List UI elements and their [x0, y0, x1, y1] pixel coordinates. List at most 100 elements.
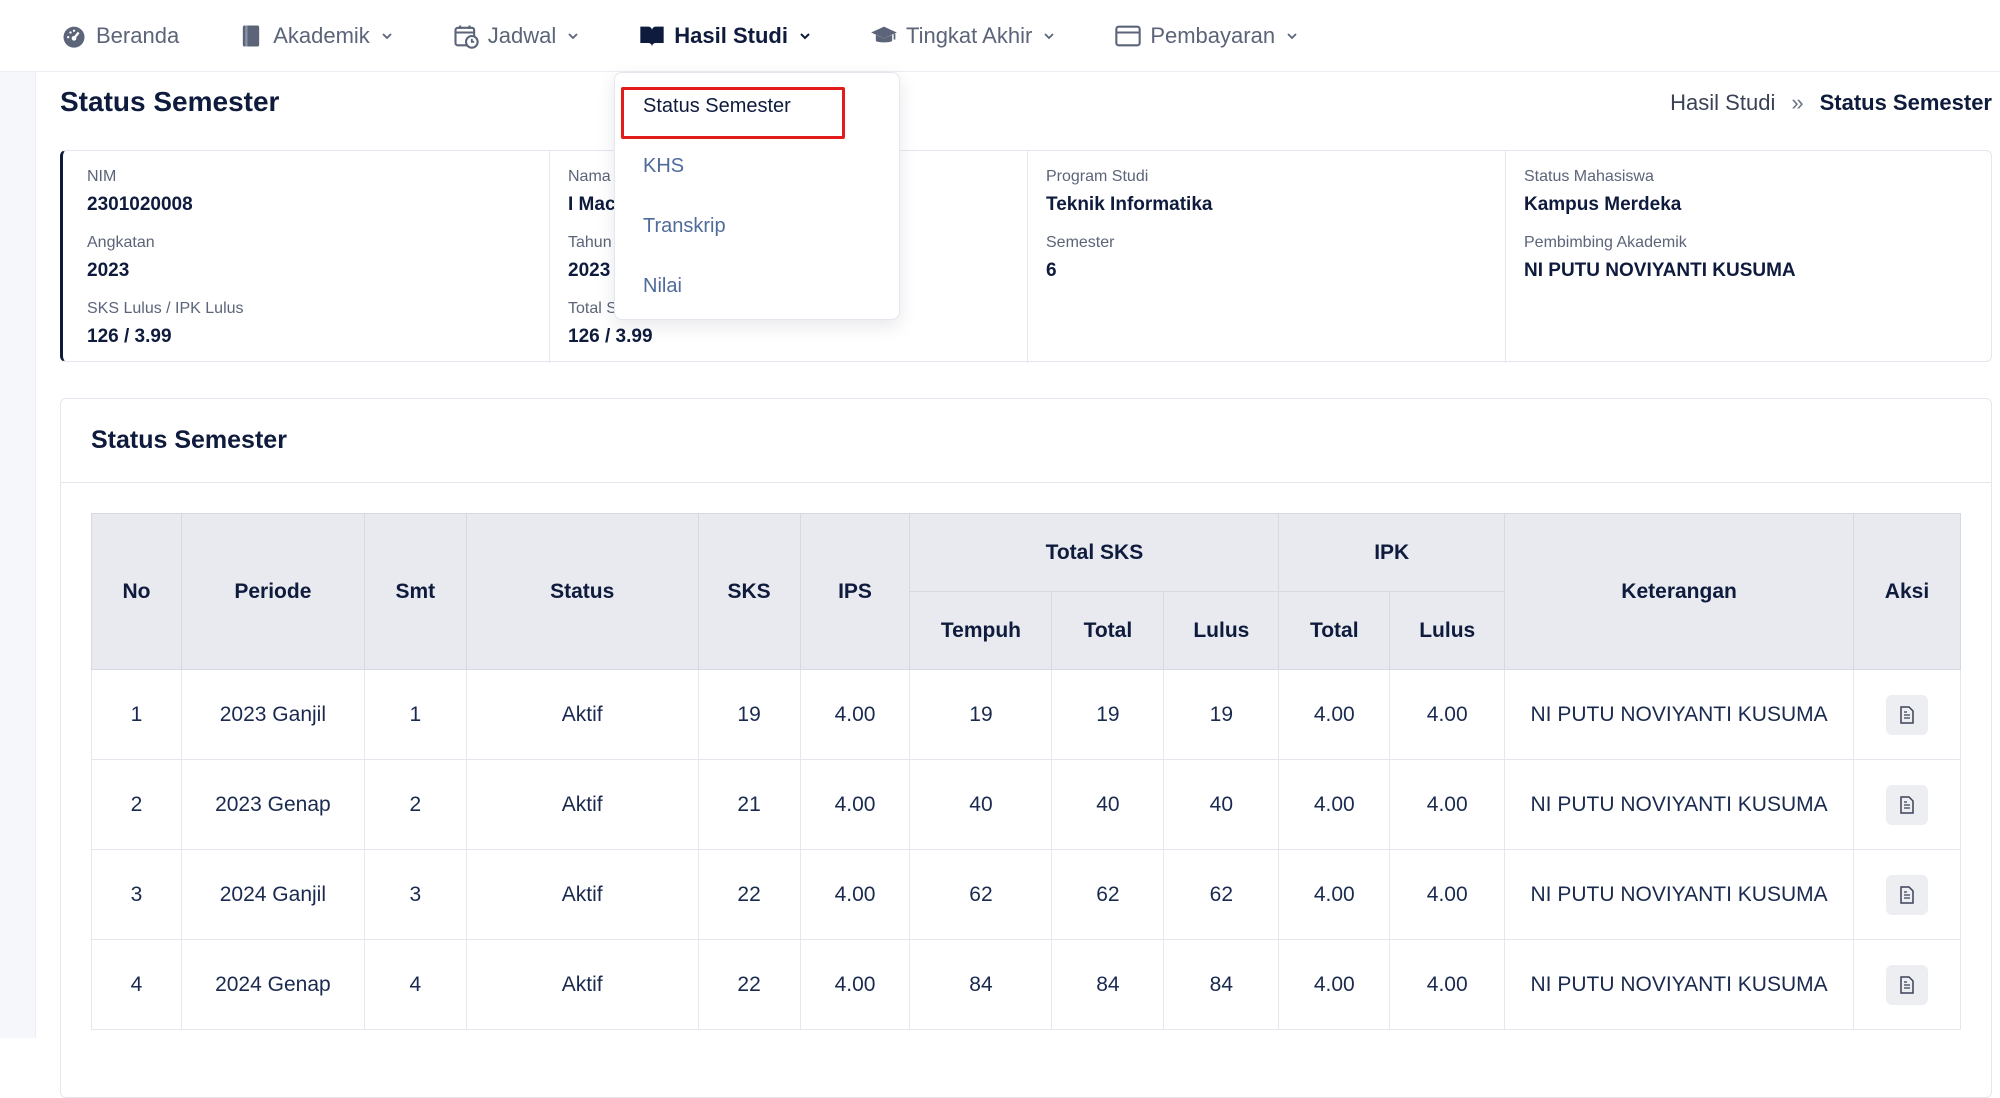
cell-ips: 4.00	[799, 849, 911, 940]
cell-total: 19	[1051, 669, 1165, 760]
chevron-down-icon	[568, 32, 578, 39]
info-value: Kampus Merdeka	[1524, 194, 1682, 215]
nav-hasil-studi[interactable]: Hasil Studi	[638, 22, 812, 50]
graduation-cap-icon	[871, 26, 897, 42]
info-field-pembimbing-akademik: Pembimbing Akademik NI PUTU NOVIYANTI KU…	[1524, 233, 1991, 299]
menu-item-status-semester[interactable]: Status Semester	[643, 95, 791, 118]
info-value: NI PUTU NOVIYANTI KUSUMA	[1524, 260, 1796, 281]
info-field-angkatan: Angkatan 2023	[87, 233, 545, 299]
breadcrumb-current: Status Semester	[1819, 90, 1992, 115]
cell-ips: 4.00	[799, 669, 911, 760]
chevron-down-icon	[1287, 32, 1297, 39]
col-header-smt: Smt	[363, 513, 467, 670]
table-row: 2 2023 Genap 2 Aktif 21 4.00 40 40 40 4.…	[91, 759, 1962, 850]
nav-akademik[interactable]: Akademik	[237, 22, 394, 50]
info-label: Pembimbing Akademik	[1524, 234, 1687, 251]
hasil-studi-dropdown-menu: Status Semester KHS Transkrip Nilai	[614, 72, 900, 320]
cell-keterangan: NI PUTU NOVIYANTI KUSUMA	[1504, 759, 1854, 850]
col-header-sks-total: Total	[1051, 591, 1165, 670]
cell-aksi	[1852, 669, 1962, 760]
cell-ips: 4.00	[799, 939, 911, 1030]
card-icon	[1115, 25, 1142, 46]
table-row: 1 2023 Ganjil 1 Aktif 19 4.00 19 19 19 4…	[91, 669, 1962, 760]
col-header-periode: Periode	[180, 513, 365, 670]
menu-item-nilai[interactable]: Nilai	[643, 275, 682, 298]
cell-lulus: 84	[1163, 939, 1280, 1030]
cell-keterangan: NI PUTU NOVIYANTI KUSUMA	[1504, 849, 1854, 940]
cell-sks: 19	[697, 669, 801, 760]
info-column-3: Program Studi Teknik Informatika Semeste…	[1027, 151, 1505, 363]
info-label: Semester	[1046, 234, 1115, 251]
col-header-total-sks: Total SKS	[909, 513, 1280, 592]
nav-jadwal[interactable]: Jadwal	[452, 22, 580, 50]
cell-ipk-lulus: 4.00	[1389, 759, 1506, 850]
cell-ipk-total: 4.00	[1278, 669, 1391, 760]
cell-status: Aktif	[465, 759, 699, 850]
cell-periode: 2023 Genap	[180, 759, 365, 850]
cell-no: 1	[91, 669, 182, 760]
breadcrumb-parent-link[interactable]: Hasil Studi	[1670, 90, 1775, 116]
info-field-program-studi: Program Studi Teknik Informatika	[1046, 167, 1505, 233]
menu-item-transkrip[interactable]: Transkrip	[643, 215, 726, 238]
cell-lulus: 40	[1163, 759, 1280, 850]
nav-akademik-label: Akademik	[273, 22, 370, 48]
left-sidebar-edge	[0, 72, 36, 1038]
cell-tempuh: 84	[909, 939, 1053, 1030]
table-row: 3 2024 Ganjil 3 Aktif 22 4.00 62 62 62 4…	[91, 849, 1962, 940]
cell-no: 2	[91, 759, 182, 850]
nav-tingkat-akhir-label: Tingkat Akhir	[905, 22, 1033, 48]
cell-periode: 2024 Ganjil	[180, 849, 365, 940]
info-field-nim: NIM 2301020008	[87, 167, 545, 233]
cell-aksi	[1852, 849, 1962, 940]
info-field-status-mahasiswa: Status Mahasiswa Kampus Merdeka	[1524, 167, 1991, 233]
cell-status: Aktif	[465, 939, 699, 1030]
view-document-button[interactable]	[1885, 694, 1928, 735]
info-value: 6	[1046, 260, 1057, 281]
status-semester-table: No Periode Smt Status SKS IPS Total SKS …	[91, 513, 1962, 1030]
info-label: Program Studi	[1046, 168, 1149, 185]
nav-beranda[interactable]: Beranda	[60, 22, 179, 50]
col-header-status: Status	[465, 513, 699, 670]
nav-jadwal-label: Jadwal	[487, 22, 557, 48]
cell-ipk-total: 4.00	[1278, 849, 1391, 940]
table-row: 4 2024 Genap 4 Aktif 22 4.00 84 84 84 4.…	[91, 939, 1962, 1030]
col-header-ipk-total: Total	[1278, 591, 1391, 670]
book-icon	[243, 25, 260, 46]
cell-total: 84	[1051, 939, 1165, 1030]
view-document-button[interactable]	[1885, 784, 1928, 825]
info-label: Angkatan	[87, 234, 155, 251]
cell-tempuh: 40	[909, 759, 1053, 850]
cell-lulus: 19	[1163, 669, 1280, 760]
chevron-down-icon	[800, 32, 810, 39]
col-header-aksi: Aksi	[1852, 513, 1962, 670]
cell-periode: 2023 Ganjil	[180, 669, 365, 760]
cell-status: Aktif	[465, 849, 699, 940]
panel-title: Status Semester	[91, 426, 287, 454]
cell-aksi	[1852, 939, 1962, 1030]
info-value: 126 / 3.99	[87, 326, 172, 347]
view-document-button[interactable]	[1885, 874, 1928, 915]
cell-smt: 4	[363, 939, 467, 1030]
col-header-sks: SKS	[697, 513, 801, 670]
cell-smt: 1	[363, 669, 467, 760]
info-label: SKS Lulus / IPK Lulus	[87, 300, 244, 317]
document-icon	[1900, 975, 1914, 994]
cell-tempuh: 19	[909, 669, 1053, 760]
info-label: Status Mahasiswa	[1524, 168, 1654, 185]
cell-smt: 3	[363, 849, 467, 940]
info-column-4: Status Mahasiswa Kampus Merdeka Pembimbi…	[1505, 151, 1991, 363]
cell-periode: 2024 Genap	[180, 939, 365, 1030]
breadcrumb: Hasil Studi » Status Semester	[1670, 90, 1992, 116]
cell-ipk-total: 4.00	[1278, 939, 1391, 1030]
nav-beranda-label: Beranda	[96, 22, 180, 48]
nav-pembayaran[interactable]: Pembayaran	[1114, 22, 1299, 50]
chevron-down-icon	[382, 32, 392, 39]
breadcrumb-separator: »	[1791, 90, 1804, 115]
cell-no: 4	[91, 939, 182, 1030]
view-document-button[interactable]	[1885, 964, 1928, 1005]
menu-item-khs[interactable]: KHS	[643, 155, 684, 178]
nav-tingkat-akhir[interactable]: Tingkat Akhir	[870, 22, 1056, 50]
col-header-no: No	[91, 513, 182, 670]
nav-hasil-studi-label: Hasil Studi	[674, 22, 788, 48]
info-column-1: NIM 2301020008 Angkatan 2023 SKS Lulus /…	[87, 151, 545, 363]
